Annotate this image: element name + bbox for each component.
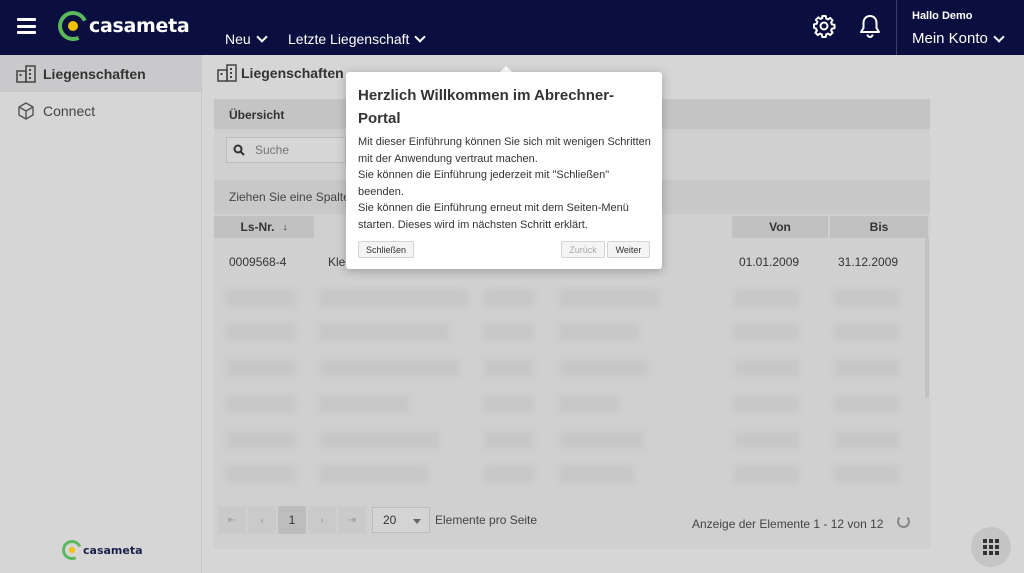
topbar-divider [896, 0, 897, 55]
grid-icon [983, 539, 999, 555]
apps-grid-button[interactable] [971, 527, 1011, 567]
top-navigation-bar: casameta Neu Letzte Liegenschaft Hallo D… [0, 0, 1024, 55]
item-count: Anzeige der Elemente 1 - 12 von 12 [692, 517, 884, 531]
nav-letzte-liegenschaft[interactable]: Letzte Liegenschaft [288, 31, 427, 47]
cell-name[interactable]: Klei [328, 255, 348, 269]
per-page-label: Elemente pro Seite [435, 513, 538, 527]
search-icon [233, 144, 245, 156]
account-menu[interactable]: Mein Konto [912, 30, 1005, 47]
nav-letzte-liegenschaft-label: Letzte Liegenschaft [288, 31, 410, 47]
cell-von[interactable]: 01.01.2009 [739, 255, 799, 269]
page-title: Liegenschaften [217, 64, 344, 82]
nav-neu-label: Neu [225, 31, 251, 47]
menu-icon[interactable] [17, 18, 36, 34]
chevron-down-icon [414, 31, 427, 43]
sidebar: Liegenschaften Connect casameta [0, 55, 202, 573]
nav-neu[interactable]: Neu [225, 31, 268, 47]
page-1-button[interactable]: 1 [278, 506, 306, 534]
page-size-select[interactable]: 20 [372, 507, 430, 533]
footer-logo-text: casameta [83, 543, 143, 557]
cube-icon [18, 101, 34, 120]
bell-icon[interactable] [859, 14, 881, 38]
welcome-tour-popover: Herzlich Willkommen im Abrechner-Portal … [346, 72, 662, 269]
column-header-label: Von [769, 220, 791, 234]
sort-arrow-down-icon: ↓ [282, 221, 288, 233]
buildings-icon [217, 64, 237, 82]
logo-text: casameta [89, 15, 190, 37]
sidebar-item-connect[interactable]: Connect [0, 92, 201, 129]
popover-text: Mit dieser Einführung können Sie sich mi… [358, 136, 651, 231]
popover-title: Herzlich Willkommen im Abrechner-Portal [358, 87, 615, 127]
column-header-label: Bis [869, 220, 889, 234]
cell-ls-nr[interactable]: 0009568-4 [229, 255, 286, 269]
close-tour-button[interactable]: Schließen [358, 241, 414, 258]
chevron-down-icon [993, 30, 1005, 43]
last-page-button[interactable]: ⇥ [338, 506, 366, 534]
chevron-down-icon [256, 31, 268, 43]
pagination: ⇤ ‹ 1 › ⇥ [218, 506, 368, 534]
column-header-von[interactable]: Von [732, 216, 828, 238]
scrollbar[interactable] [925, 238, 929, 398]
search-field[interactable] [226, 137, 346, 163]
next-page-button[interactable]: › [308, 506, 336, 534]
user-greeting: Hallo Demo [912, 10, 973, 22]
search-input[interactable] [255, 143, 335, 157]
page-size-value: 20 [383, 513, 397, 527]
cell-bis[interactable]: 31.12.2009 [838, 255, 898, 269]
account-label: Mein Konto [912, 30, 988, 47]
column-header-ls-nr[interactable]: Ls-Nr. ↓ [214, 216, 314, 238]
logo-ring-icon [53, 6, 93, 46]
column-header-bis[interactable]: Bis [830, 216, 928, 238]
sidebar-item-label: Liegenschaften [43, 65, 146, 82]
logo-ring-icon [59, 537, 85, 563]
refresh-icon[interactable] [897, 515, 910, 528]
column-header-label: Ls-Nr. [240, 220, 275, 234]
page-title-text: Liegenschaften [241, 65, 344, 81]
sidebar-item-liegenschaften[interactable]: Liegenschaften [0, 55, 201, 92]
first-page-button[interactable]: ⇤ [218, 506, 246, 534]
caret-down-icon [413, 519, 421, 524]
next-button[interactable]: Weiter [607, 241, 650, 258]
back-button[interactable]: Zurück [561, 241, 605, 258]
buildings-icon [16, 64, 36, 83]
prev-page-button[interactable]: ‹ [248, 506, 276, 534]
casameta-logo[interactable]: casameta [53, 6, 190, 46]
sidebar-item-label: Connect [43, 102, 96, 119]
gear-icon[interactable] [812, 14, 836, 38]
sidebar-footer-logo: casameta [59, 537, 143, 563]
